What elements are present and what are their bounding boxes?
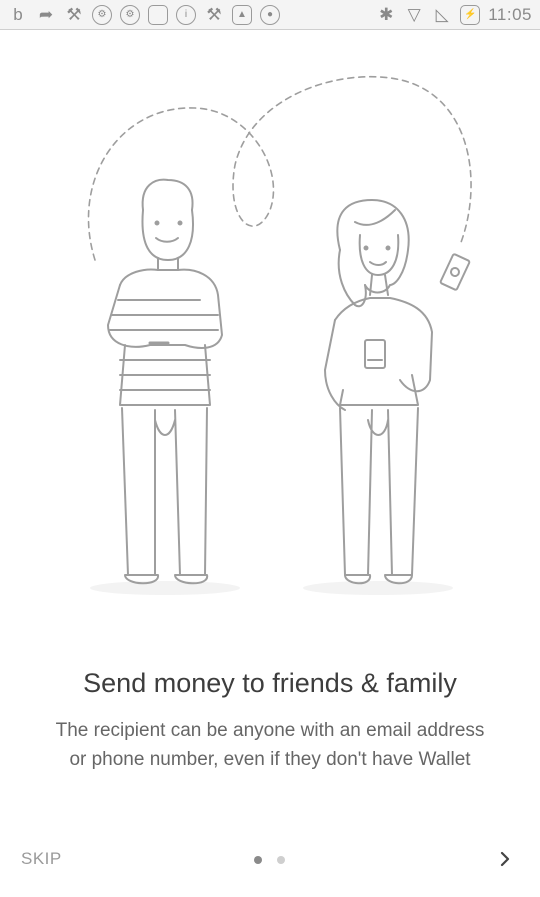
phone-icon [364,339,386,369]
ground-shadow [303,581,453,595]
page-dot [277,856,285,864]
wrench-icon: ⚒ [66,5,82,24]
tools-icon: ⚒ [206,5,222,24]
subtitle-line: or phone number, even if they don't have… [69,749,471,770]
onboarding-illustration [87,76,472,595]
status-bar-notifications: b ➦ ⚒ ⚙ ⚙ i ⚒ ▲ ● [8,4,280,25]
bluetooth-icon: ✱ [379,5,394,24]
woman-figure [324,199,433,585]
lock-icon: ▲ [232,4,252,25]
page-dot-active [254,856,262,864]
square-icon [148,4,168,25]
ground-shadow [90,581,240,595]
skip-button[interactable]: SKIP [21,849,62,869]
settings-badge-icon: ⚙ [120,4,140,25]
onboarding-subtitle: The recipient can be anyone with an emai… [0,716,540,774]
chevron-right-icon [500,851,510,867]
status-time: 11:05 [488,4,532,24]
money-path [87,76,472,261]
subtitle-line: The recipient can be anyone with an emai… [55,720,485,741]
battery-icon: ⚡ [460,4,481,25]
android-icon: ● [260,4,280,25]
share-icon: ➦ [38,5,54,24]
onboarding-title: Send money to friends & family [83,668,457,698]
info-icon: i [176,4,196,25]
man-figure [107,178,223,585]
next-button[interactable] [490,844,520,874]
money-bill-icon [439,253,471,291]
status-bar-system: ✱ ▽ ◺ ⚡ 11:05 [376,4,532,25]
settings-badge-icon: ⚙ [92,4,112,25]
wifi-icon: ▽ [407,5,421,24]
no-signal-icon: ◺ [435,5,449,24]
page-indicator [254,856,285,864]
status-bar: b ➦ ⚒ ⚙ ⚙ i ⚒ ▲ ● ✱ ▽ ◺ ⚡ 11:05 [0,0,540,30]
b-notification-icon: b [13,5,23,24]
